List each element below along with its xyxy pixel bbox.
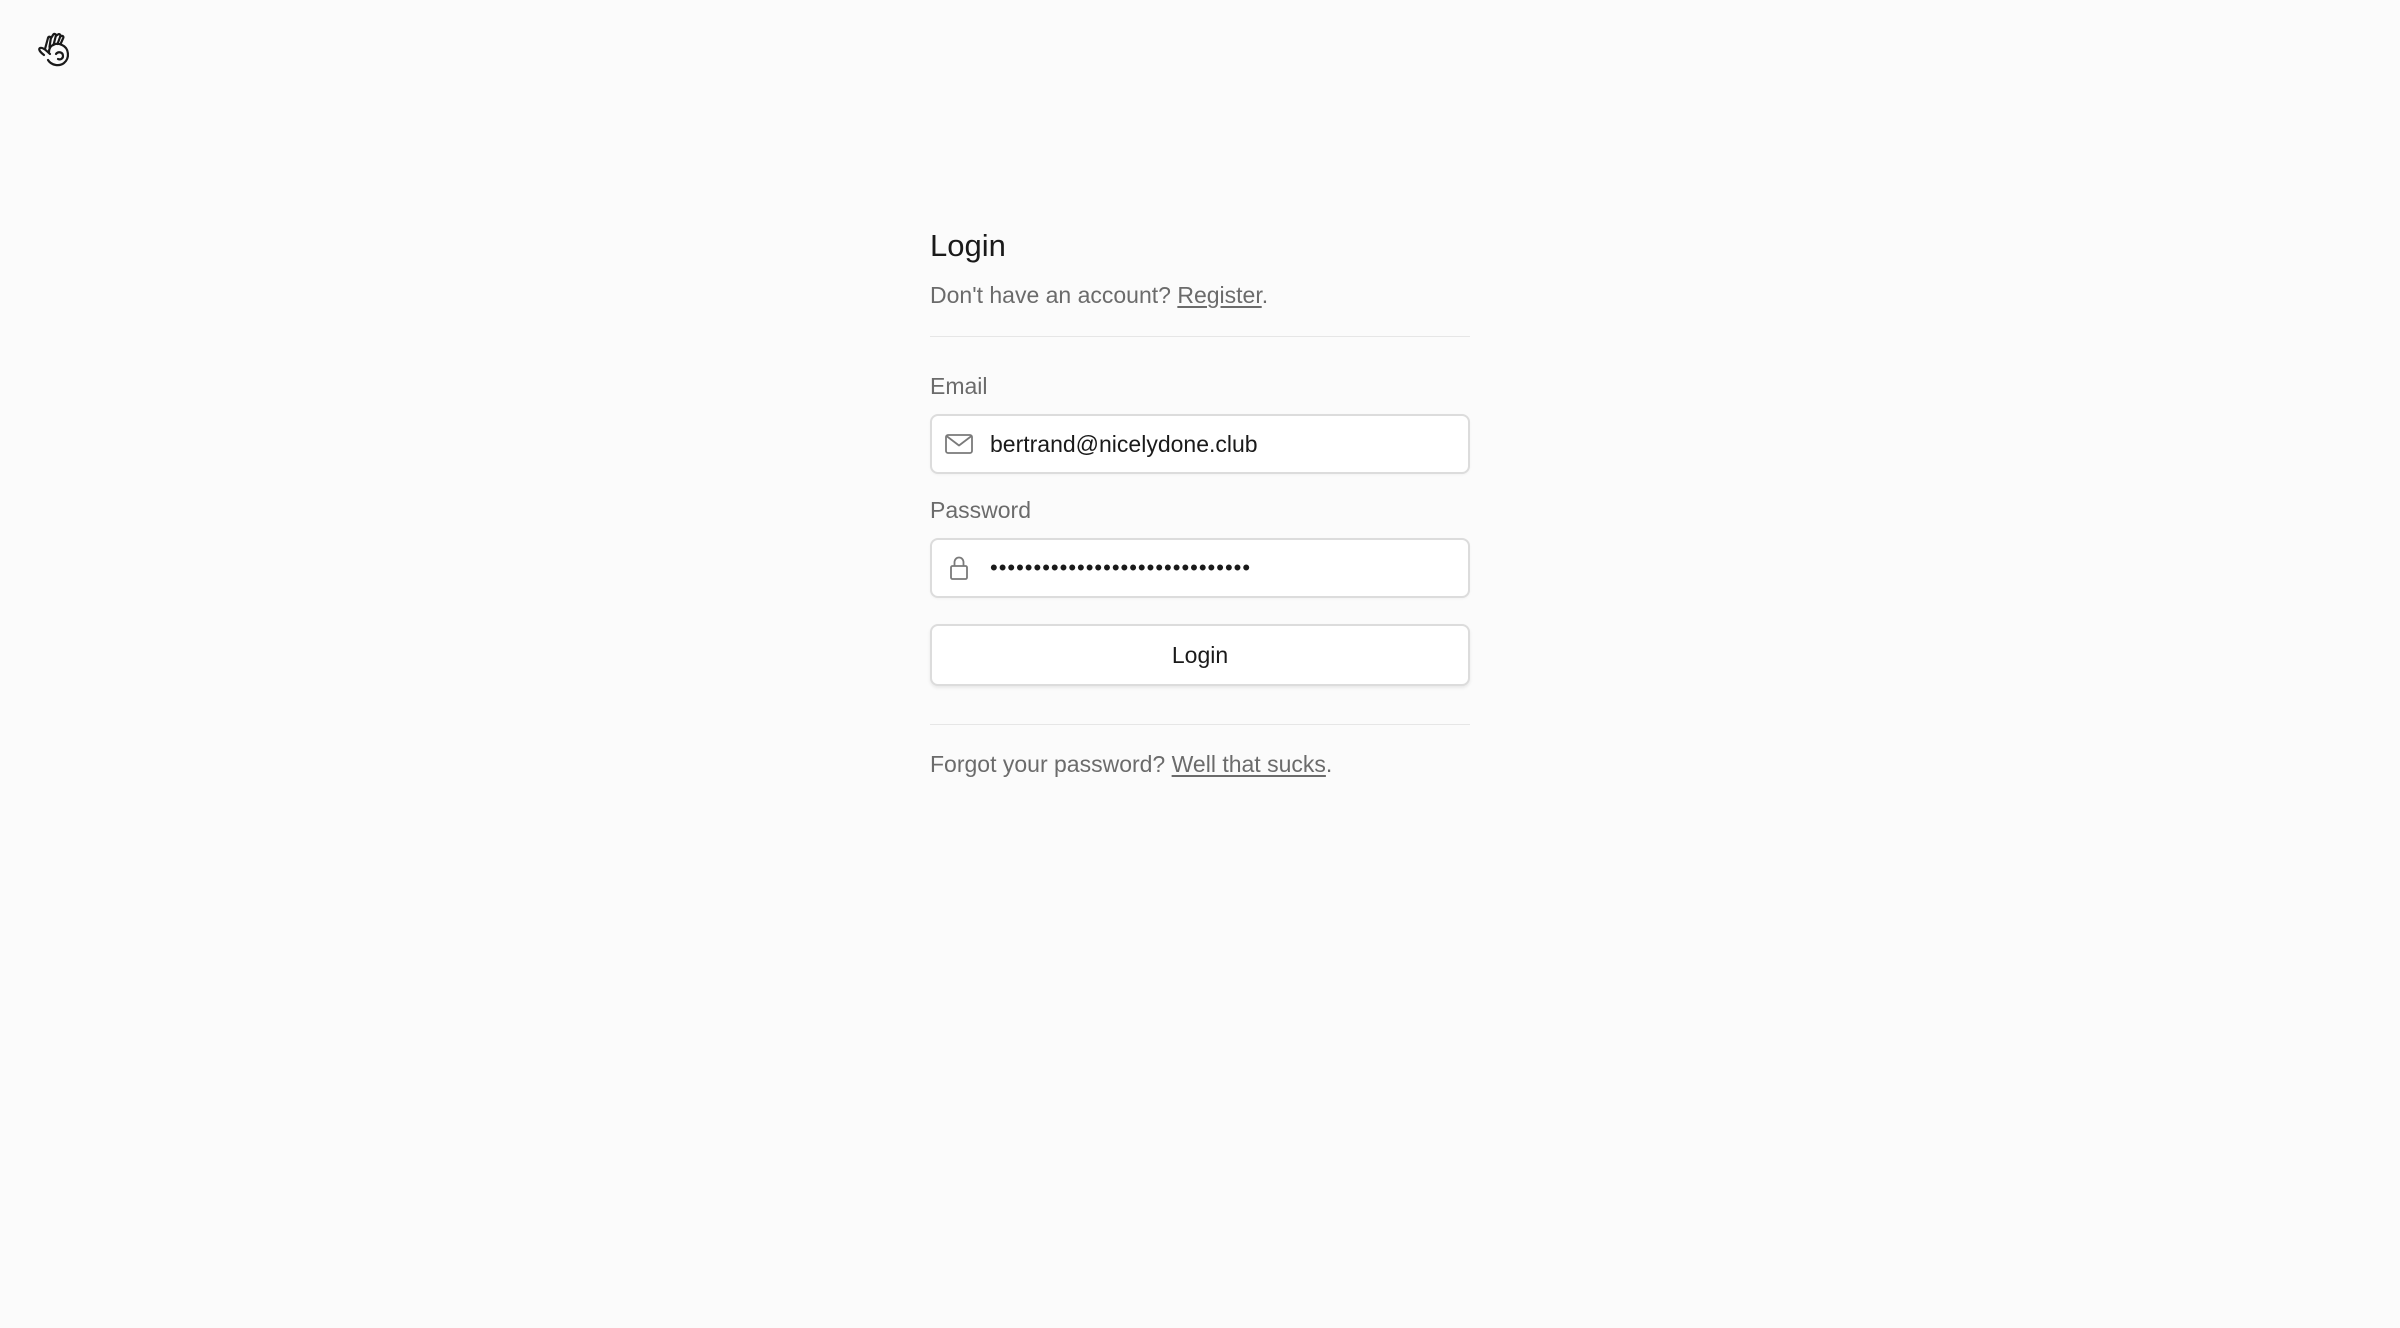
lock-icon — [944, 553, 974, 583]
password-field[interactable]: •••••••••••••••••••••••••••••• — [930, 538, 1470, 598]
password-label: Password — [930, 497, 1031, 523]
email-label: Email — [930, 373, 988, 399]
forgot-password-link[interactable]: Well that sucks — [1172, 751, 1326, 777]
register-prompt: Don't have an account? Register. — [930, 280, 1470, 310]
register-prompt-period: . — [1261, 282, 1269, 308]
register-link[interactable]: Register — [1177, 282, 1261, 308]
hand-wave-icon[interactable] — [36, 30, 78, 72]
mail-icon — [944, 429, 974, 459]
email-input[interactable] — [990, 416, 1468, 472]
login-button[interactable]: Login — [930, 624, 1470, 686]
password-input[interactable]: •••••••••••••••••••••••••••••• — [990, 540, 1468, 596]
email-field[interactable] — [930, 414, 1470, 474]
forgot-password-period: . — [1325, 751, 1333, 777]
forgot-password-text: Forgot your password? — [930, 751, 1172, 777]
login-panel: Login Don't have an account? Register. E… — [930, 222, 1470, 779]
page-title: Login — [930, 228, 1006, 263]
register-prompt-text: Don't have an account? — [930, 282, 1178, 308]
forgot-password-prompt: Forgot your password? Well that sucks. — [930, 749, 1470, 779]
divider — [930, 336, 1470, 337]
divider — [930, 724, 1470, 725]
